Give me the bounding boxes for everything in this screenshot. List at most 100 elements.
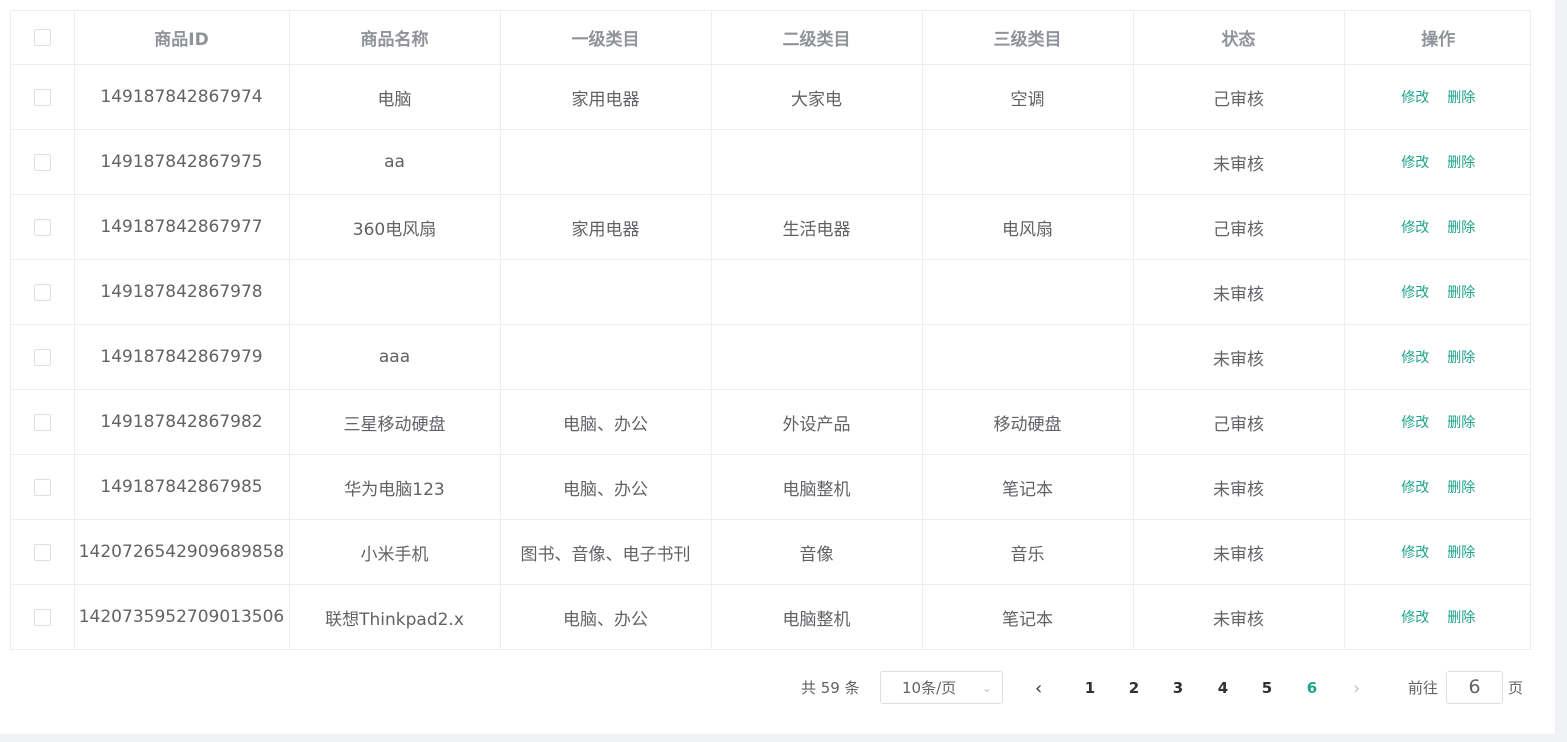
delete-button[interactable]: 删除 — [1447, 545, 1475, 561]
table-row: 149187842867978 未审核 修改 删除 — [11, 259, 1532, 325]
row-select-cell — [11, 584, 75, 650]
column-header-cat2[interactable]: 二级类目 — [711, 11, 923, 65]
cell-status: 未审核 — [1133, 454, 1345, 520]
cell-product-name: 小米手机 — [289, 519, 501, 585]
cell-category-3 — [922, 129, 1134, 195]
table-row: 149187842867982 三星移动硬盘 电脑、办公 外设产品 移动硬盘 己审核 修改 删… — [11, 389, 1532, 455]
product-table: 商品ID 商品名称 一级类目 二级类目 三级类目 状态 操作 149187842… — [10, 10, 1532, 650]
cell-category-2 — [711, 259, 923, 325]
scroll-gutter — [1555, 0, 1567, 742]
chevron-left-icon[interactable]: ‹ — [1035, 671, 1042, 706]
edit-button[interactable]: 修改 — [1401, 350, 1429, 366]
page-number-5[interactable]: 5 — [1257, 671, 1277, 706]
cell-category-2 — [711, 324, 923, 390]
row-select-cell — [11, 519, 75, 585]
delete-button[interactable]: 删除 — [1447, 415, 1475, 431]
cell-product-id: 1420726542909689858 — [74, 519, 290, 585]
row-select-cell — [11, 454, 75, 520]
row-checkbox[interactable] — [33, 413, 51, 431]
chevron-down-icon: ⌄ — [981, 681, 992, 695]
column-header-cat1[interactable]: 一级类目 — [500, 11, 712, 65]
page-size-select[interactable]: 10条/页 ⌄ — [880, 671, 1003, 704]
edit-button[interactable]: 修改 — [1401, 220, 1429, 236]
cell-category-1: 电脑、办公 — [500, 389, 712, 455]
column-header-cat3[interactable]: 三级类目 — [922, 11, 1134, 65]
cell-status: 未审核 — [1133, 324, 1345, 390]
cell-product-name: 三星移动硬盘 — [289, 389, 501, 455]
row-checkbox[interactable] — [33, 543, 51, 561]
row-checkbox[interactable] — [33, 218, 51, 236]
cell-status: 未审核 — [1133, 259, 1345, 325]
select-all-checkbox[interactable] — [33, 29, 51, 46]
column-header-status[interactable]: 状态 — [1133, 11, 1345, 65]
edit-button[interactable]: 修改 — [1401, 415, 1429, 431]
column-header-name[interactable]: 商品名称 — [289, 11, 501, 65]
product-list-page: 商品ID 商品名称 一级类目 二级类目 三级类目 状态 操作 149187842… — [0, 0, 1567, 742]
cell-category-2 — [711, 129, 923, 195]
cell-category-3: 空调 — [922, 64, 1134, 130]
cell-product-id: 149187842867982 — [74, 389, 290, 455]
delete-button[interactable]: 删除 — [1447, 480, 1475, 496]
cell-category-3: 电风扇 — [922, 194, 1134, 260]
page-number-6[interactable]: 6 — [1302, 671, 1322, 706]
row-actions: 修改 删除 — [1344, 584, 1532, 650]
column-header-id[interactable]: 商品ID — [74, 11, 290, 65]
page-number-3[interactable]: 3 — [1168, 671, 1188, 706]
cell-category-2: 电脑整机 — [711, 454, 923, 520]
row-actions: 修改 删除 — [1344, 129, 1532, 195]
page-number-2[interactable]: 2 — [1124, 671, 1144, 706]
cell-product-id: 149187842867978 — [74, 259, 290, 325]
cell-product-name — [289, 259, 501, 325]
edit-button[interactable]: 修改 — [1401, 155, 1429, 171]
cell-category-3: 音乐 — [922, 519, 1134, 585]
cell-category-3: 笔记本 — [922, 454, 1134, 520]
select-all-cell — [11, 11, 75, 65]
cell-category-2: 外设产品 — [711, 389, 923, 455]
delete-button[interactable]: 删除 — [1447, 610, 1475, 626]
cell-category-3 — [922, 324, 1134, 390]
table-header-row: 商品ID 商品名称 一级类目 二级类目 三级类目 状态 操作 — [11, 11, 1532, 65]
table-row: 149187842867979 aaa 未审核 修改 删除 — [11, 324, 1532, 390]
goto-page-input[interactable] — [1446, 671, 1503, 704]
edit-button[interactable]: 修改 — [1401, 480, 1429, 496]
pagination: 共 59 条 10条/页 ⌄ ‹ 1 2 3 4 5 6 › 前往 页 — [0, 671, 1567, 706]
delete-button[interactable]: 删除 — [1447, 155, 1475, 171]
row-actions: 修改 删除 — [1344, 454, 1532, 520]
delete-button[interactable]: 删除 — [1447, 90, 1475, 106]
row-checkbox[interactable] — [33, 88, 51, 106]
row-checkbox[interactable] — [33, 153, 51, 171]
page-number-1[interactable]: 1 — [1080, 671, 1100, 706]
cell-category-2: 音像 — [711, 519, 923, 585]
cell-category-2: 生活电器 — [711, 194, 923, 260]
total-count: 共 59 条 — [801, 679, 860, 697]
table-row: 149187842867975 aa 未审核 修改 删除 — [11, 129, 1532, 195]
edit-button[interactable]: 修改 — [1401, 285, 1429, 301]
row-select-cell — [11, 259, 75, 325]
chevron-right-icon[interactable]: › — [1353, 671, 1360, 706]
table-row: 149187842867977 360电风扇 家用电器 生活电器 电风扇 己审核 修改 删除 — [11, 194, 1532, 260]
delete-button[interactable]: 删除 — [1447, 220, 1475, 236]
delete-button[interactable]: 删除 — [1447, 285, 1475, 301]
cell-status: 己审核 — [1133, 194, 1345, 260]
row-checkbox[interactable] — [33, 348, 51, 366]
cell-product-name: aa — [289, 129, 501, 195]
table-row: 1420735952709013506 联想Thinkpad2.x 电脑、办公 电脑整… — [11, 584, 1532, 650]
row-checkbox[interactable] — [33, 478, 51, 496]
cell-category-1 — [500, 129, 712, 195]
goto-label: 前往 — [1408, 679, 1439, 697]
cell-category-2: 电脑整机 — [711, 584, 923, 650]
cell-category-1 — [500, 259, 712, 325]
cell-product-id: 149187842867985 — [74, 454, 290, 520]
cell-product-name: 360电风扇 — [289, 194, 501, 260]
cell-product-id: 149187842867975 — [74, 129, 290, 195]
cell-category-1: 电脑、办公 — [500, 454, 712, 520]
row-checkbox[interactable] — [33, 608, 51, 626]
page-number-4[interactable]: 4 — [1213, 671, 1233, 706]
edit-button[interactable]: 修改 — [1401, 610, 1429, 626]
delete-button[interactable]: 删除 — [1447, 350, 1475, 366]
row-checkbox[interactable] — [33, 283, 51, 301]
cell-status: 未审核 — [1133, 584, 1345, 650]
edit-button[interactable]: 修改 — [1401, 545, 1429, 561]
cell-category-1: 电脑、办公 — [500, 584, 712, 650]
edit-button[interactable]: 修改 — [1401, 90, 1429, 106]
